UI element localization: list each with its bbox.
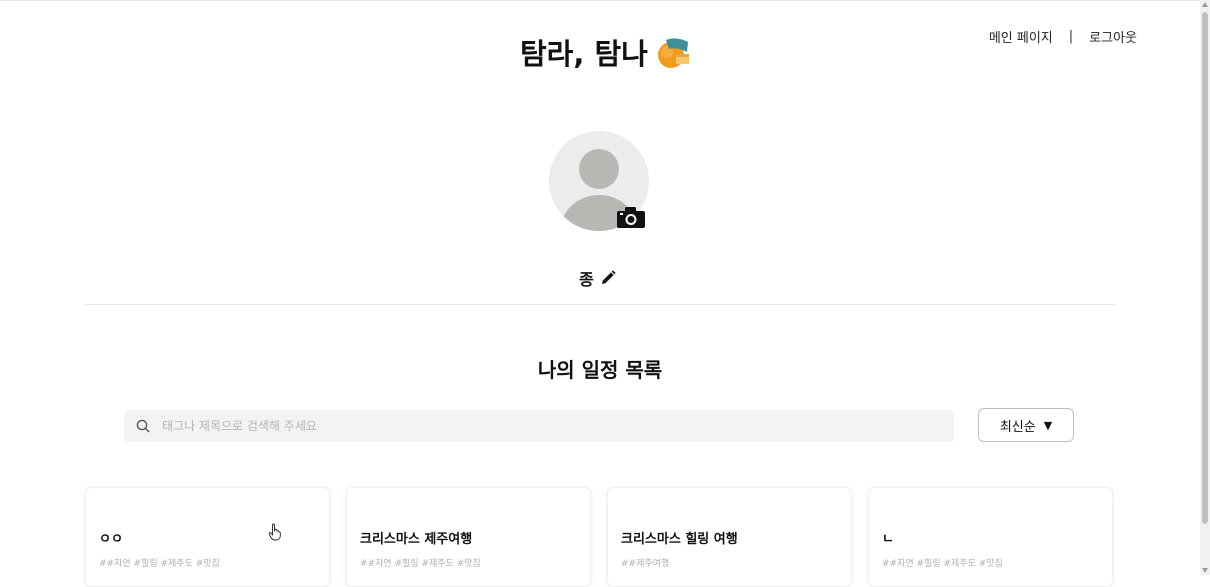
- card-tags: ##제주여행: [621, 559, 670, 569]
- scrollbar-thumb[interactable]: [1202, 12, 1208, 524]
- card-title: 크리스마스 제주여행: [360, 532, 473, 547]
- tangerine-icon: [657, 38, 689, 68]
- scroll-down-arrow-icon[interactable]: [1202, 568, 1208, 573]
- schedule-list-title: 나의 일정 목록: [537, 358, 663, 382]
- section-divider: [85, 304, 1115, 305]
- profile-nickname: 종: [579, 266, 616, 290]
- search-icon: [136, 419, 150, 433]
- nav-separator: |: [1068, 29, 1074, 44]
- pencil-icon[interactable]: [600, 270, 616, 286]
- scroll-up-arrow-icon[interactable]: [1202, 2, 1208, 7]
- hand-pointer-icon: [268, 523, 281, 541]
- card-title: ㅇㅇ: [99, 532, 123, 547]
- schedule-card[interactable]: ㄴ ##자연 #힐링 #제주도 #맛집: [868, 487, 1113, 587]
- card-tags: ##자연 #힐링 #제주도 #맛집: [99, 559, 220, 569]
- app-logo[interactable]: 탐라, 탐나: [520, 32, 692, 72]
- main-page-link[interactable]: 메인 페이지: [989, 27, 1053, 46]
- card-title: ㄴ: [882, 532, 894, 547]
- logout-link[interactable]: 로그아웃: [1089, 27, 1137, 46]
- scrollbar[interactable]: [1200, 0, 1210, 575]
- card-title: 크리스마스 힐링 여행: [621, 532, 738, 547]
- card-tags: ##자연 #힐링 #제주도 #맛집: [882, 559, 1003, 569]
- top-nav: 메인 페이지 | 로그아웃: [989, 27, 1137, 46]
- logo-text: 탐라, 탐나: [520, 37, 648, 71]
- schedule-card[interactable]: ㅇㅇ ##자연 #힐링 #제주도 #맛집: [85, 487, 330, 587]
- sort-dropdown[interactable]: 최신순 ▼: [978, 408, 1074, 442]
- search-bar: [124, 410, 954, 442]
- card-tags: ##자연 #힐링 #제주도 #맛집: [360, 559, 481, 569]
- top-border: [0, 0, 1200, 1]
- search-input[interactable]: [160, 418, 924, 434]
- schedule-card[interactable]: 크리스마스 제주여행 ##자연 #힐링 #제주도 #맛집: [346, 487, 591, 587]
- schedule-card[interactable]: 크리스마스 힐링 여행 ##제주여행: [607, 487, 852, 587]
- camera-icon[interactable]: [616, 205, 646, 229]
- nickname-text: 종: [579, 270, 594, 289]
- caret-down-icon: ▼: [1043, 418, 1053, 432]
- sort-label: 최신순: [999, 419, 1036, 435]
